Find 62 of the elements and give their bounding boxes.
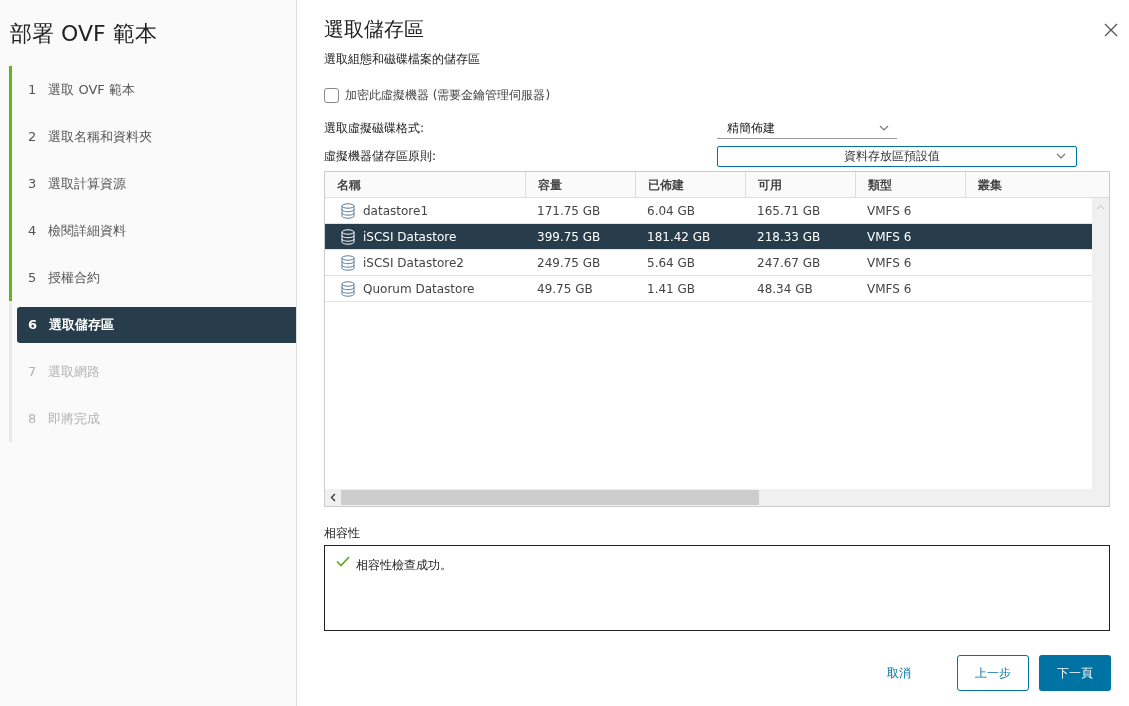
chevron-down-icon <box>879 124 889 131</box>
column-header[interactable]: 名稱 <box>325 172 525 197</box>
column-header[interactable]: 叢集 <box>965 172 1109 197</box>
cancel-button[interactable]: 取消 <box>871 655 927 691</box>
storage-policy-label: 虛擬機器儲存區原則: <box>324 148 438 165</box>
close-icon <box>1103 22 1119 38</box>
encrypt-label: 加密此虛擬機器 (需要金鑰管理伺服器) <box>345 87 551 104</box>
table-cell-text: 249.75 GB <box>537 254 601 272</box>
table-cell-text: VMFS 6 <box>867 280 912 298</box>
scroll-up-icon <box>1096 204 1105 210</box>
table-row[interactable]: Quorum Datastore 49.75 GB 1.41 GB 48.34 GB VMFS 6 <box>325 276 1092 302</box>
column-header[interactable]: 類型 <box>855 172 965 197</box>
table-cell-text: VMFS 6 <box>867 228 912 246</box>
close-button[interactable] <box>1103 22 1119 38</box>
table-cell-text: datastore1 <box>363 202 428 220</box>
table-cell-text: 181.42 GB <box>647 228 711 246</box>
disk-format-select[interactable]: 精簡佈建 <box>717 117 897 139</box>
column-header[interactable]: 可用 <box>745 172 855 197</box>
database-icon <box>341 228 355 245</box>
database-icon <box>341 202 355 219</box>
table-cell-text: 247.67 GB <box>757 254 821 272</box>
wizard-title: 部署 OVF 範本 <box>9 20 158 48</box>
compatibility-message: 相容性檢查成功。 <box>356 557 452 574</box>
table-cell-text: VMFS 6 <box>867 254 912 272</box>
horizontal-scrollbar[interactable] <box>325 489 1109 506</box>
encrypt-checkbox[interactable] <box>324 87 339 103</box>
table-cell-text: VMFS 6 <box>867 202 912 220</box>
page-subtitle: 選取組態和磁碟檔案的儲存區 <box>324 51 481 68</box>
storage-policy-select[interactable]: 資料存放區預設值 <box>717 145 1077 167</box>
database-icon <box>341 254 355 271</box>
table-cell-text: 171.75 GB <box>537 202 601 220</box>
table-cell-text: iSCSI Datastore <box>363 228 457 246</box>
disk-format-label: 選取虛擬磁碟格式: <box>324 120 426 137</box>
wizard-step[interactable]: 6 選取儲存區 <box>17 306 296 343</box>
database-icon <box>341 280 355 297</box>
table-cell-text: 165.71 GB <box>757 202 821 220</box>
wizard-step[interactable]: 5 授權合約 <box>17 259 296 296</box>
table-cell-text: 399.75 GB <box>537 228 601 246</box>
wizard-step[interactable]: 3 選取計算資源 <box>17 165 296 202</box>
vertical-scrollbar[interactable] <box>1092 198 1109 489</box>
table-cell-text: 6.04 GB <box>647 202 696 220</box>
table-row[interactable]: iSCSI Datastore 399.75 GB 181.42 GB 218.33 GB VMFS 6 <box>325 224 1092 250</box>
back-button[interactable]: 上一步 <box>957 655 1029 691</box>
chevron-down-icon <box>1056 153 1066 159</box>
page-title: 選取儲存區 <box>324 16 425 43</box>
table-cell-text: 1.41 GB <box>647 280 696 298</box>
table-cell-text: iSCSI Datastore2 <box>363 254 464 272</box>
next-button[interactable]: 下一頁 <box>1039 655 1111 691</box>
table-cell-text: Quorum Datastore <box>363 280 475 298</box>
compatibility-label: 相容性 <box>324 525 361 542</box>
column-header[interactable]: 容量 <box>525 172 635 197</box>
table-row[interactable]: iSCSI Datastore2 249.75 GB 5.64 GB 247.67 GB VMFS 6 <box>325 250 1092 276</box>
wizard-step[interactable]: 2 選取名稱和資料夾 <box>17 118 296 155</box>
wizard-step[interactable]: 4 檢閱詳細資料 <box>17 212 296 249</box>
table-cell-text: 49.75 GB <box>537 280 593 298</box>
wizard-step[interactable]: 1 選取 OVF 範本 <box>17 71 296 108</box>
table-cell-text: 48.34 GB <box>757 280 813 298</box>
scrollbar-thumb[interactable] <box>341 490 759 505</box>
column-header[interactable]: 已佈建 <box>635 172 745 197</box>
table-cell-text: 5.64 GB <box>647 254 696 272</box>
table-cell-text: 218.33 GB <box>757 228 821 246</box>
scroll-left-icon <box>330 493 336 502</box>
